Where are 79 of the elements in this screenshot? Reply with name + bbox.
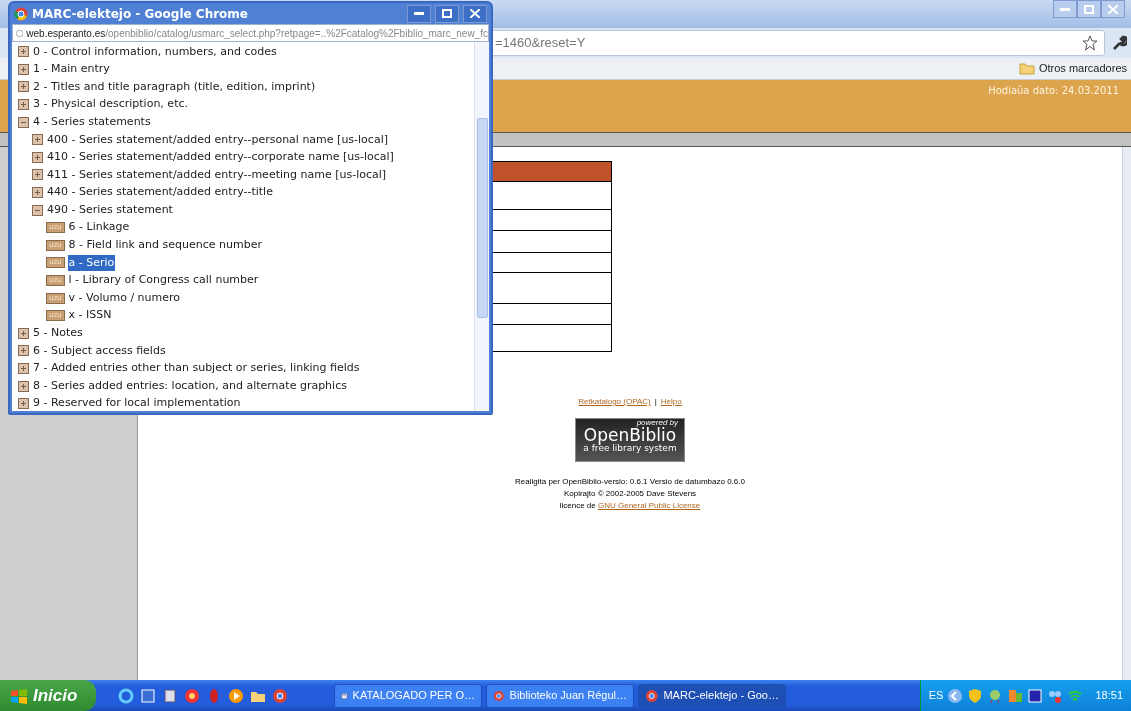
tree-item[interactable]: x - ISSN: [67, 307, 113, 324]
close-button[interactable]: [1101, 0, 1125, 18]
close-button[interactable]: [463, 4, 487, 23]
openbiblio-logo: powered by OpenBiblio a free library system: [575, 418, 685, 462]
expand-icon[interactable]: [18, 46, 29, 58]
clock: 18:51: [1095, 688, 1123, 704]
expand-icon[interactable]: [18, 363, 29, 374]
expand-icon[interactable]: [32, 169, 43, 181]
collapse-icon[interactable]: [18, 116, 29, 128]
maximize-icon: [442, 9, 452, 18]
document-icon[interactable]: [140, 687, 156, 704]
browser-icon: [14, 6, 28, 21]
close-icon: [1108, 4, 1118, 14]
close-icon: [470, 9, 480, 18]
taskbar-button[interactable]: KATALOGADO PER O…: [334, 683, 482, 708]
maximize-button[interactable]: [435, 4, 459, 23]
minimize-icon: [1060, 7, 1070, 11]
window-title: MARC-elektejo - Google Chrome: [32, 5, 249, 23]
maximize-icon: [1084, 4, 1094, 14]
minimize-button[interactable]: [1053, 0, 1077, 18]
expand-icon[interactable]: [18, 345, 29, 357]
wrench-icon[interactable]: [1111, 35, 1127, 51]
credit-text: Realigita per OpenBiblio-versio: 0.6.1 Versio de datumbazo 0.6.0: [515, 476, 745, 488]
expand-icon[interactable]: [32, 134, 43, 146]
footer-link[interactable]: Retkatalogo (OPAC): [578, 396, 651, 408]
license-link[interactable]: GNU General Public License: [598, 501, 701, 510]
document-icon[interactable]: [162, 687, 178, 704]
minimize-icon: [414, 12, 424, 15]
scrollbar[interactable]: [474, 42, 489, 411]
tree-item[interactable]: 7 - Added entries other than subject or series, linking fields: [32, 360, 361, 377]
tree-item[interactable]: 6 - Linkage: [67, 219, 131, 236]
expand-icon[interactable]: [18, 398, 29, 410]
expand-icon[interactable]: [18, 380, 29, 392]
tree-item[interactable]: 5 - Notes: [32, 325, 84, 342]
tree-item[interactable]: 3 - Physical description, etc.: [32, 96, 189, 113]
chevron-icon[interactable]: [947, 687, 964, 704]
disc-icon[interactable]: [184, 687, 200, 704]
expand-icon[interactable]: [18, 99, 29, 111]
license-text: licence de GNU General Public License: [559, 500, 701, 512]
taskbar-button[interactable]: MARC-elektejo - Goo…: [638, 683, 786, 708]
folder-icon: [1018, 62, 1035, 75]
expand-icon[interactable]: [18, 327, 29, 339]
taskbar-button[interactable]: Biblioteko Juan Régul…: [486, 683, 634, 708]
tree-item[interactable]: 2 - Titles and title paragraph (title, edition, imprint): [32, 78, 317, 96]
scrollbar[interactable]: [1122, 147, 1131, 680]
date-text: Hodiaŭa dato: 24.03.2011: [988, 84, 1119, 98]
tree-item[interactable]: 400 - Series statement/added entry--personal name [us-local]: [46, 131, 389, 148]
expand-icon[interactable]: [18, 63, 29, 75]
browser-icon: [645, 687, 659, 704]
link-separator: |: [654, 396, 657, 408]
address-field[interactable]: web.esperanto.es/openbiblio/catalog/usmarc_select.php?retpage=..%2Fcatalog%2Fbiblio_marc_new_fc: [12, 24, 489, 42]
tree-item[interactable]: 490 - Series statement: [46, 201, 174, 219]
windows-flag-icon: [10, 687, 28, 704]
footer-link[interactable]: Helpo: [660, 396, 682, 408]
expand-icon[interactable]: [32, 151, 43, 163]
minimize-button[interactable]: [407, 4, 431, 23]
square-icon[interactable]: [1027, 687, 1044, 704]
tree-item[interactable]: v - Volumo / numero: [67, 289, 182, 307]
tree-item[interactable]: 440 - Series statement/added entry--title: [46, 184, 274, 201]
tree-item[interactable]: l - Library of Congress call number: [67, 272, 260, 289]
tree-item[interactable]: 410 - Series statement/added entry--corporate name [us-local]: [46, 149, 395, 166]
credit-text: Kopirajto © 2002-2005 Dave Stevens: [563, 488, 697, 500]
start-button[interactable]: Inicio: [0, 680, 96, 711]
star-icon[interactable]: [1082, 35, 1098, 51]
tree-item[interactable]: 8 - Field link and sequence number: [67, 237, 263, 254]
browser-icon[interactable]: [272, 687, 288, 704]
collapse-icon[interactable]: [32, 204, 43, 216]
tree-item[interactable]: 411 - Series statement/added entry--meeting name [us-local]: [46, 166, 388, 184]
maximize-button[interactable]: [1077, 0, 1101, 18]
bookmark-folder[interactable]: Otros marcadores: [1018, 60, 1127, 77]
expand-icon[interactable]: [32, 187, 43, 199]
play-icon[interactable]: [228, 687, 244, 704]
tree-item[interactable]: 1 - Main entry: [32, 61, 111, 78]
tree-item[interactable]: 9 - Reserved for local implementation: [32, 395, 242, 412]
tree-item[interactable]: a - Serio: [67, 254, 116, 272]
expand-icon[interactable]: [18, 81, 29, 93]
tree-item[interactable]: 8 - Series added entries: location, and alternate graphics: [32, 377, 348, 395]
tree-item[interactable]: 6 - Subject access fields: [32, 342, 167, 360]
tree-item[interactable]: 4 - Series statements: [32, 113, 152, 131]
